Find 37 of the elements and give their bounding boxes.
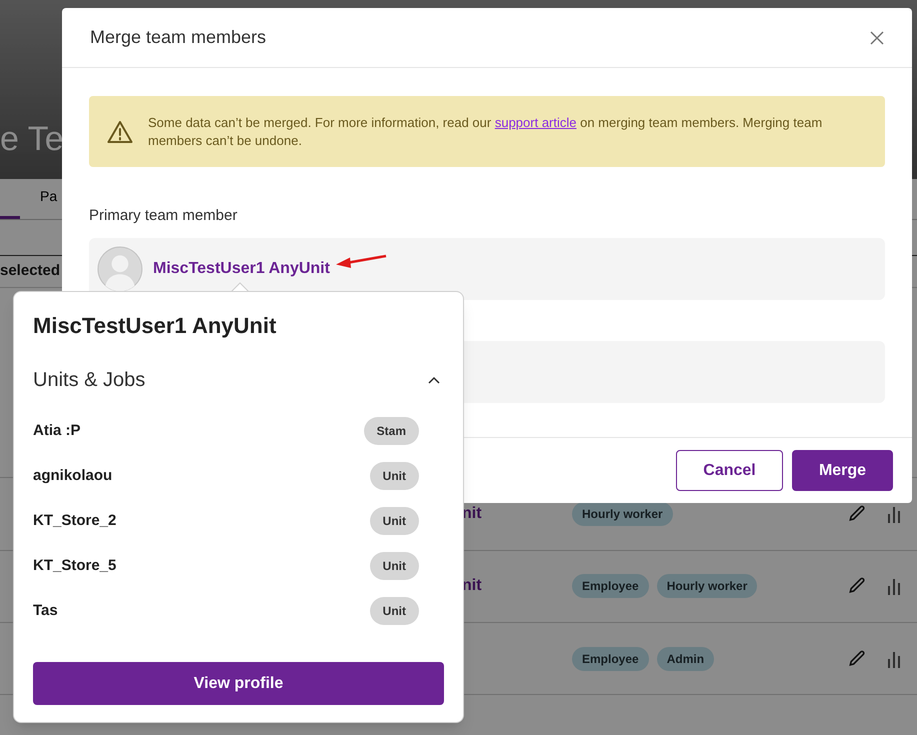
unit-name: agnikolaou xyxy=(33,466,112,486)
unit-badge: Unit xyxy=(370,597,419,625)
member-name[interactable]: MiscTestUser1 AnyUnit xyxy=(153,256,330,280)
unit-badge: Stam xyxy=(364,417,419,445)
role-tag: Admin xyxy=(656,646,714,671)
annotation-arrow xyxy=(335,254,387,270)
role-tag: Employee xyxy=(572,574,649,598)
merge-button[interactable]: Merge xyxy=(792,450,893,491)
unit-badge: Unit xyxy=(370,507,419,535)
bar-chart-icon[interactable] xyxy=(887,650,901,668)
popover-title: MiscTestUser1 AnyUnit xyxy=(33,312,278,340)
chevron-up-icon xyxy=(428,376,440,384)
unit-name: KT_Store_5 xyxy=(33,556,116,576)
pencil-icon[interactable] xyxy=(847,648,867,669)
unit-name: Atia :P xyxy=(33,420,81,441)
section-label: Primary team member xyxy=(89,206,238,226)
cancel-button[interactable]: Cancel xyxy=(676,450,783,491)
close-icon[interactable] xyxy=(870,30,884,44)
role-tag: Hourly worker xyxy=(572,502,673,526)
page-heading: e Te xyxy=(0,118,64,159)
tab[interactable]: Pa xyxy=(40,186,58,220)
support-article-link[interactable]: support article xyxy=(494,114,576,130)
unit-name: KT_Store_2 xyxy=(33,510,116,531)
dialog-title: Merge team members xyxy=(90,26,266,49)
role-tag: Employee xyxy=(572,646,649,671)
bar-chart-icon[interactable] xyxy=(887,577,901,596)
warning-message: Some data can’t be merged. For more information, read our support article on merging team members. Merging team members can’t be undone. xyxy=(148,114,824,150)
unit-badge: Unit xyxy=(370,462,419,490)
bar-chart-icon[interactable] xyxy=(887,504,901,523)
warning-icon xyxy=(107,120,133,144)
unit-badge: Unit xyxy=(370,552,419,580)
units-jobs-toggle[interactable]: Units & Jobs xyxy=(33,365,444,395)
unit-name: Tas xyxy=(33,600,58,621)
view-profile-button[interactable]: View profile xyxy=(33,662,444,705)
selection-label: selected xyxy=(0,261,60,282)
role-tag: Hourly worker xyxy=(656,574,758,598)
pencil-icon[interactable] xyxy=(847,504,867,524)
